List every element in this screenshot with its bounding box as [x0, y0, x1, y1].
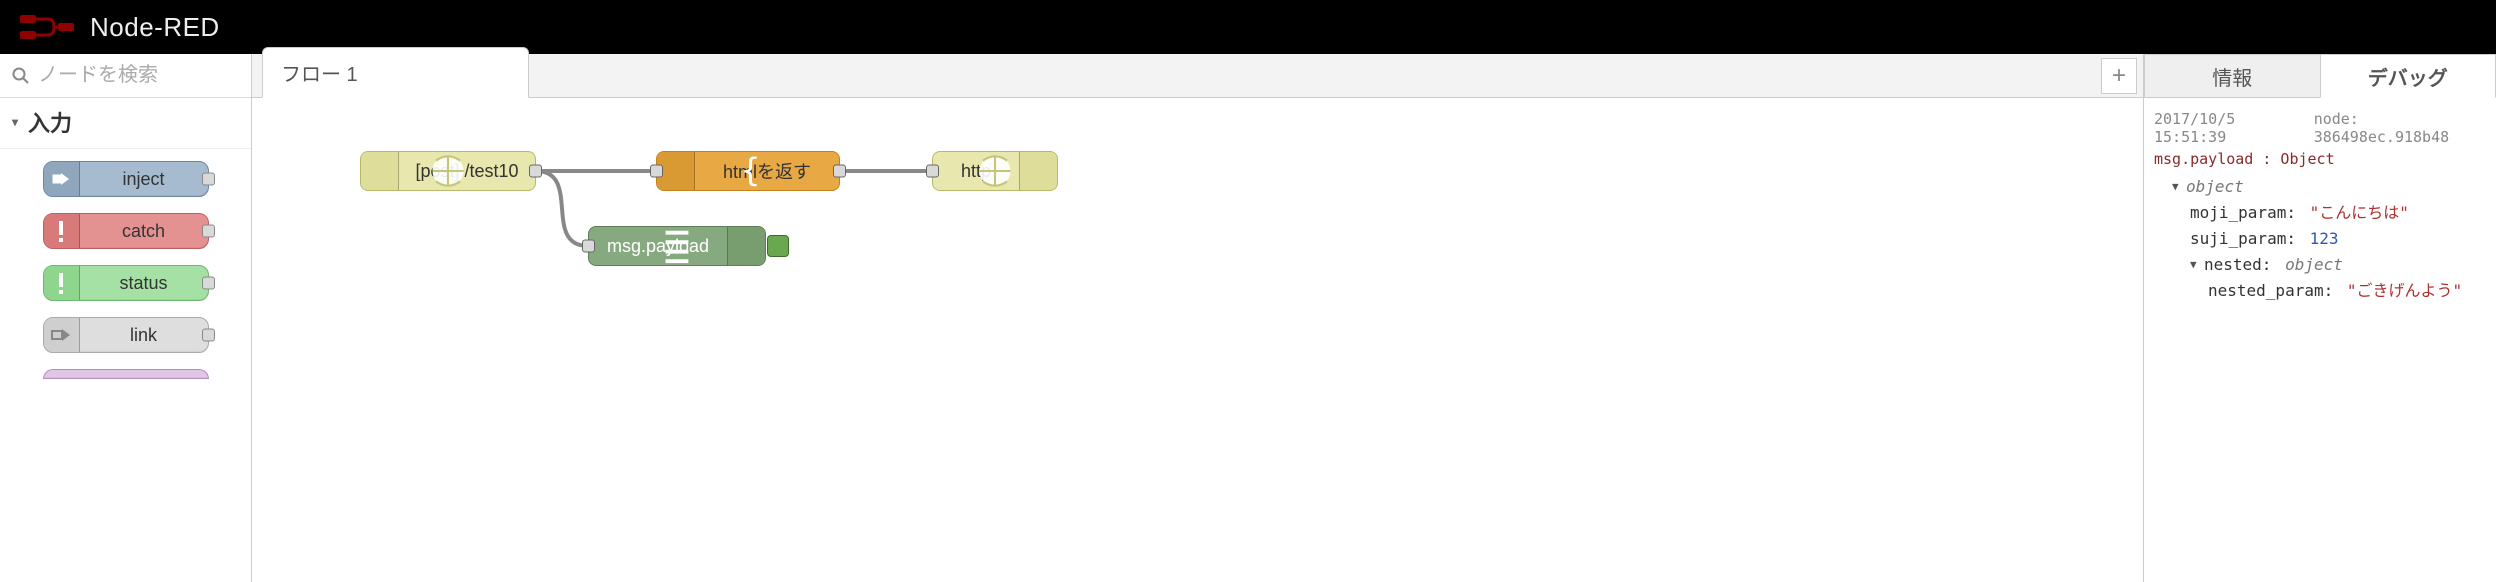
svg-text:{: { — [741, 152, 760, 189]
flow-canvas[interactable]: [post] /test10 { htmlを返す http — [252, 98, 2143, 582]
workspace-tab-bar: フロー 1 + — [252, 54, 2143, 98]
debug-msg-path: msg.payload : Object — [2154, 150, 2486, 168]
palette-search-row — [0, 54, 251, 98]
palette-node-label: status — [80, 273, 208, 294]
search-icon — [12, 67, 30, 85]
plus-icon: + — [2112, 62, 2126, 90]
debug-message-meta: 2017/10/5 15:51:39 node: 386498ec.918b48 — [2154, 110, 2486, 146]
debug-field[interactable]: moji_param: "こんにちは" — [2154, 200, 2486, 226]
debug-field-nested[interactable]: ▼ nested: object — [2154, 252, 2486, 278]
app-logo-icon — [18, 13, 76, 41]
caret-down-icon: ▼ — [2190, 252, 2202, 278]
palette-category-input[interactable]: ▾ 入力 — [0, 98, 251, 149]
debug-timestamp: 2017/10/5 15:51:39 — [2154, 110, 2302, 146]
sidebar-tab-info[interactable]: 情報 — [2144, 54, 2320, 97]
palette-node-partial[interactable] — [43, 369, 209, 379]
globe-icon — [1019, 152, 1057, 190]
caret-down-icon: ▼ — [2172, 174, 2184, 200]
wire — [536, 171, 588, 246]
debug-icon — [727, 227, 765, 265]
app-header: Node-RED — [0, 0, 2496, 54]
palette-node-link[interactable]: link — [43, 317, 209, 353]
link-icon — [44, 318, 80, 352]
input-port[interactable] — [650, 165, 663, 178]
debug-field[interactable]: nested_param: "ごきげんよう" — [2154, 278, 2486, 304]
sidebar-panel: 情報 デバッグ 2017/10/5 15:51:39 node: 386498e… — [2144, 54, 2496, 582]
palette-node-catch[interactable]: catch — [43, 213, 209, 249]
sidebar-tab-label: 情報 — [2212, 62, 2252, 91]
palette-node-label: link — [80, 325, 208, 346]
sidebar-tab-debug[interactable]: デバッグ — [2320, 54, 2496, 98]
add-tab-button[interactable]: + — [2101, 58, 2137, 94]
debug-node-link[interactable]: node: 386498ec.918b48 — [2314, 110, 2486, 146]
palette-node-list: inject catch status — [0, 149, 251, 379]
flow-node-http-in[interactable]: [post] /test10 — [360, 151, 536, 191]
port-icon — [202, 225, 215, 238]
port-icon — [202, 173, 215, 186]
port-icon — [202, 329, 215, 342]
debug-output: 2017/10/5 15:51:39 node: 386498ec.918b48… — [2144, 98, 2496, 582]
sidebar-tab-label: デバッグ — [2368, 62, 2448, 91]
workspace: フロー 1 + [post] /test10 — [252, 54, 2144, 582]
palette-node-status[interactable]: status — [43, 265, 209, 301]
debug-object-root[interactable]: ▼ object — [2154, 174, 2486, 200]
port-icon — [202, 277, 215, 290]
palette-node-label: catch — [80, 221, 208, 242]
palette-node-inject[interactable]: inject — [43, 161, 209, 197]
inject-icon — [44, 162, 80, 196]
workspace-tab-label: フロー 1 — [281, 64, 358, 86]
alert-icon — [44, 214, 80, 248]
alert-icon — [44, 266, 80, 300]
globe-icon — [361, 152, 399, 190]
palette-node-label: inject — [80, 169, 208, 190]
debug-toggle-button[interactable] — [767, 235, 789, 257]
debug-field[interactable]: suji_param: 123 — [2154, 226, 2486, 252]
chevron-down-icon: ▾ — [12, 115, 18, 129]
output-port[interactable] — [833, 165, 846, 178]
palette-category-label: 入力 — [28, 106, 72, 138]
flow-node-http-out[interactable]: http — [932, 151, 1058, 191]
flow-node-debug[interactable]: msg.payload — [588, 226, 766, 266]
sidebar-tab-bar: 情報 デバッグ — [2144, 54, 2496, 98]
app-title: Node-RED — [90, 12, 220, 43]
workspace-tab[interactable]: フロー 1 — [262, 47, 529, 98]
flow-node-template[interactable]: { htmlを返す — [656, 151, 840, 191]
palette-panel: ▾ 入力 inject catch — [0, 54, 252, 582]
output-port[interactable] — [529, 165, 542, 178]
